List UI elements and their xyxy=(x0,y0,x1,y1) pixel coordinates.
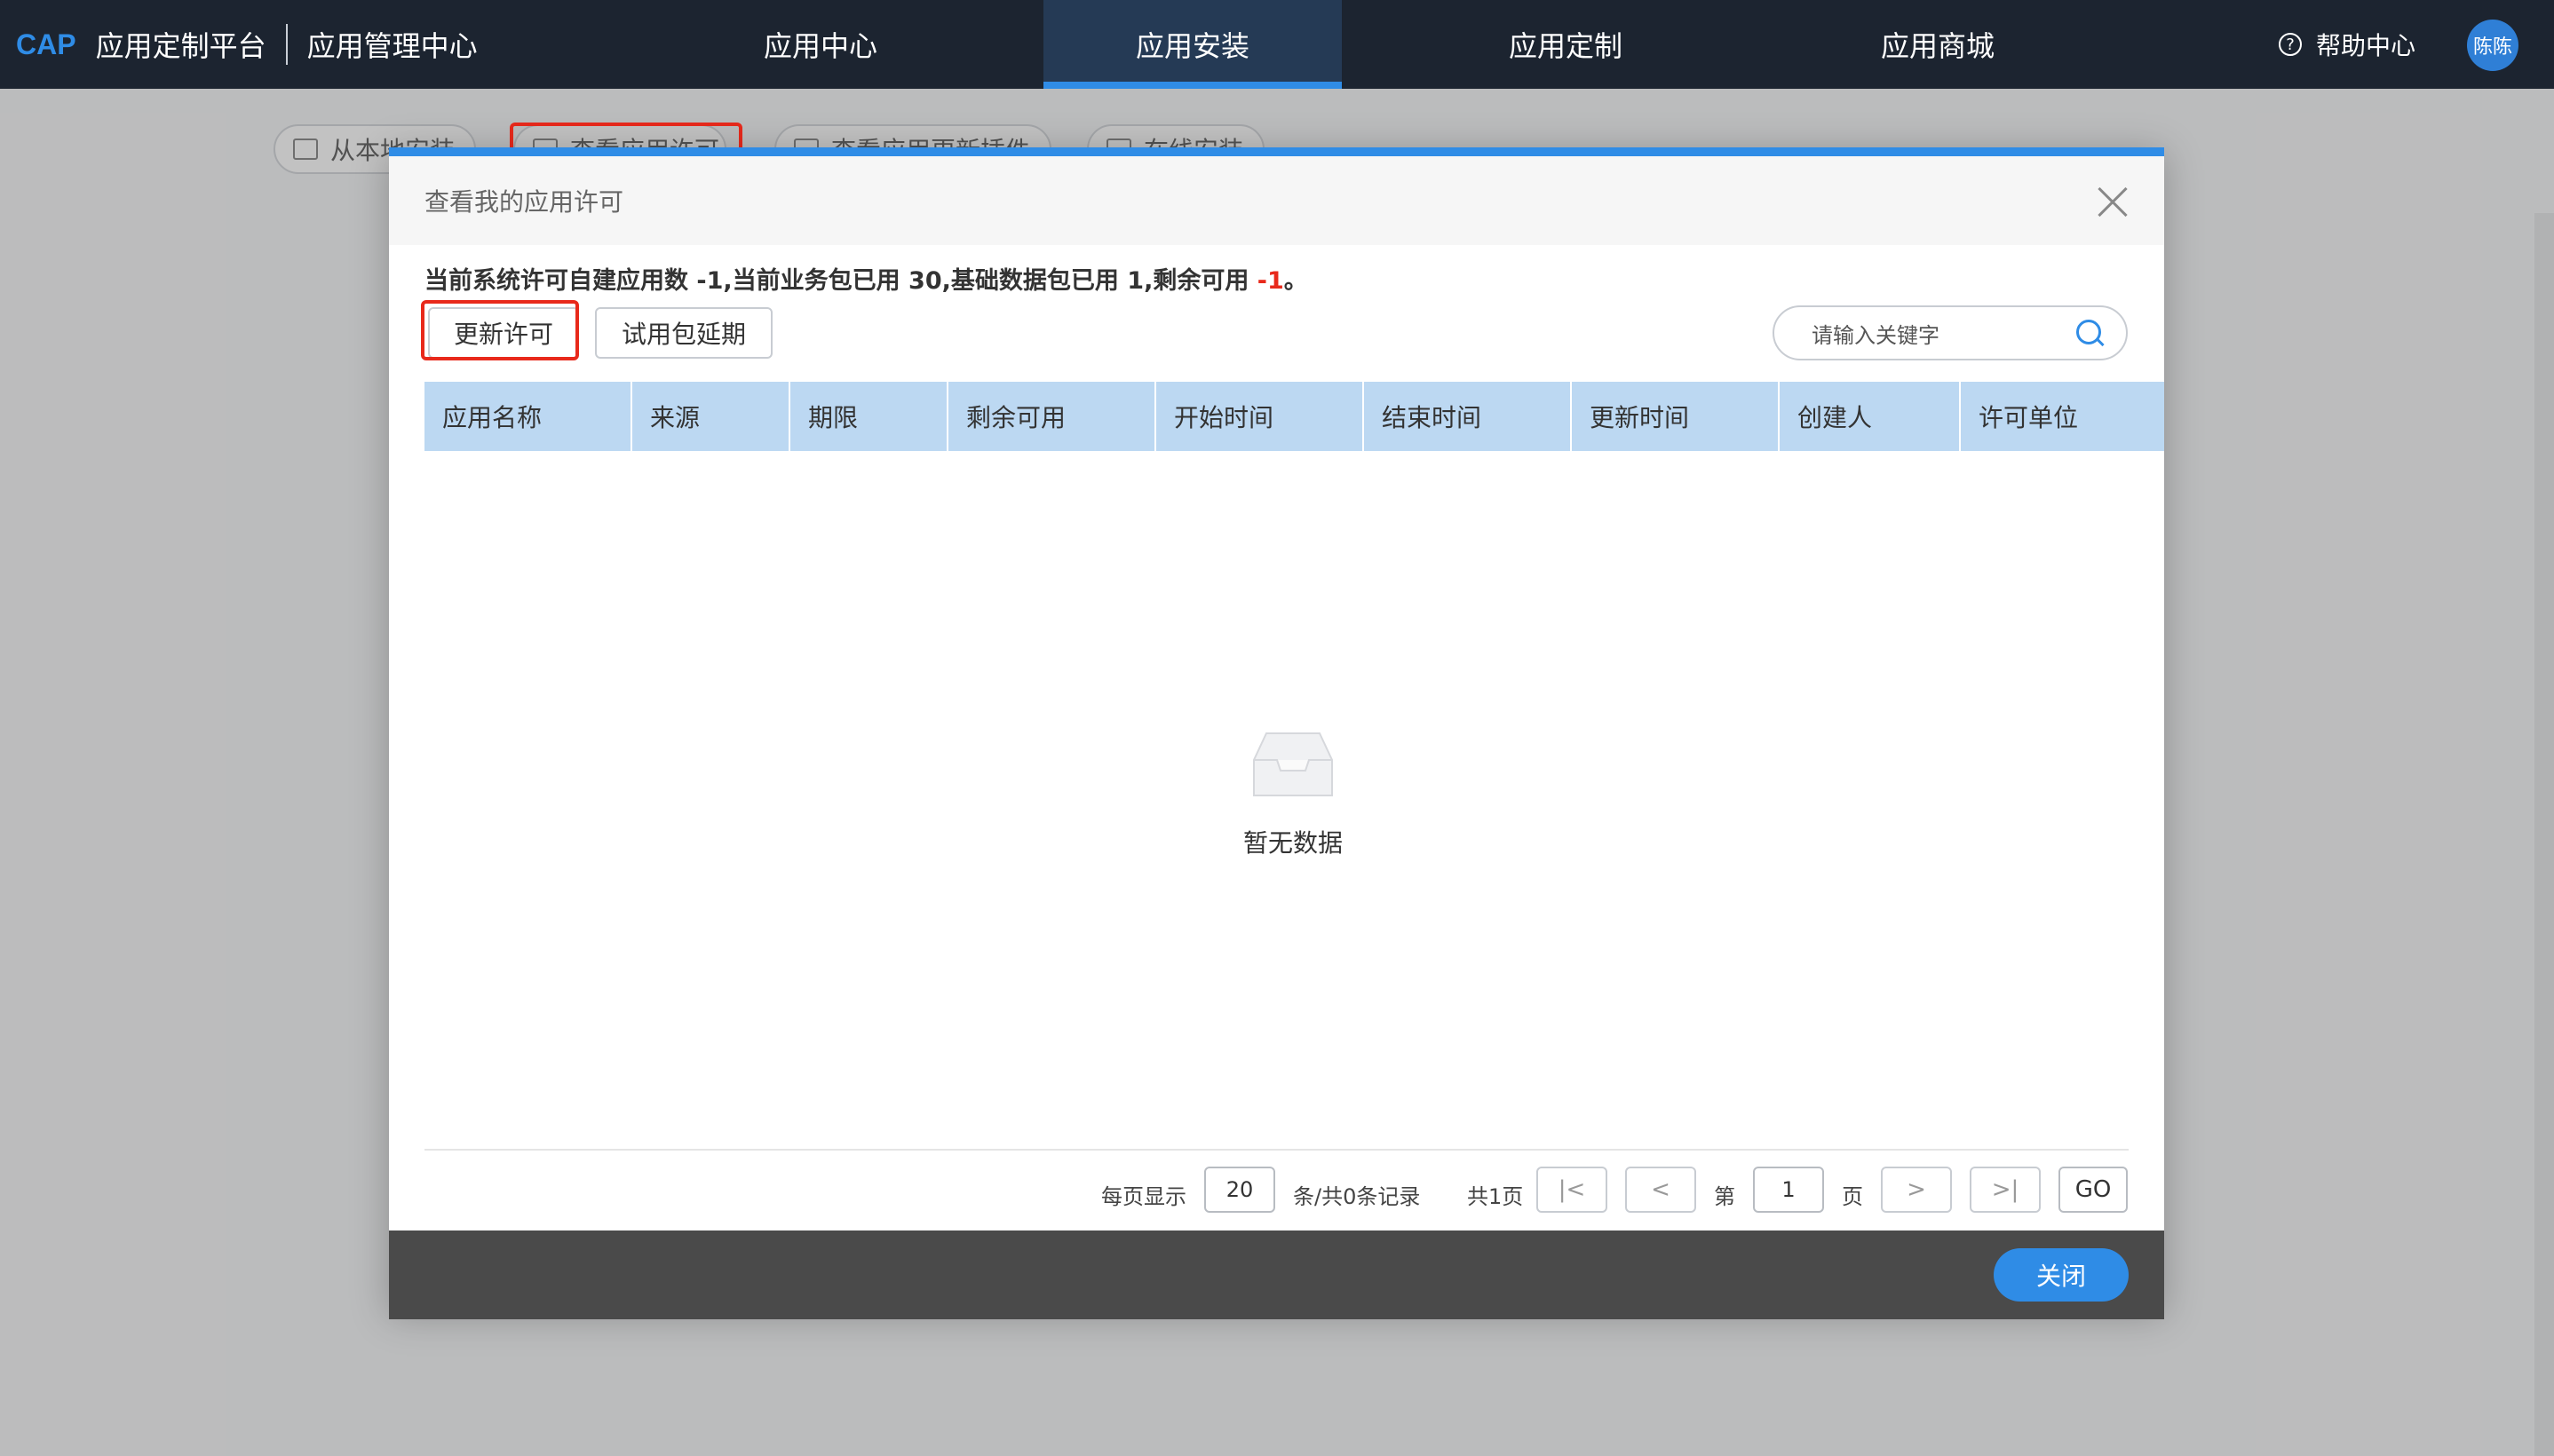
trial-extend-button[interactable]: 试用包延期 xyxy=(595,307,773,359)
tab-app-store[interactable]: 应用商城 xyxy=(1789,0,2087,89)
column-header[interactable]: 结束时间 xyxy=(1364,382,1572,451)
empty-inbox-icon xyxy=(1253,732,1333,796)
platform-title: 应用定制平台 xyxy=(95,29,266,63)
prev-page-icon[interactable]: < xyxy=(1625,1167,1696,1213)
go-button[interactable]: GO xyxy=(2058,1167,2128,1213)
per-page-input[interactable]: 20 xyxy=(1204,1167,1275,1213)
column-header[interactable]: 创建人 xyxy=(1780,382,1961,451)
column-header[interactable]: 许可单位 xyxy=(1961,382,2164,451)
first-page-icon[interactable]: |< xyxy=(1536,1167,1607,1213)
summary-text: 当前系统许可自建应用数 -1,当前业务包已用 30,基础数据包已用 1,剩余可用 xyxy=(424,267,1257,295)
search-icon[interactable] xyxy=(2076,320,2103,346)
table-header: 应用名称 来源 期限 剩余可用 开始时间 结束时间 更新时间 创建人 许可单位 xyxy=(424,382,2164,451)
column-header[interactable]: 开始时间 xyxy=(1156,382,1364,451)
summary-remaining: -1 xyxy=(1257,267,1284,295)
help-center-label: 帮助中心 xyxy=(2316,31,2416,60)
column-header[interactable]: 期限 xyxy=(790,382,948,451)
pagination: 每页显示 20 条/共0条记录 共1页 |< < 第 1 页 > >| GO xyxy=(389,1167,2164,1220)
close-icon[interactable] xyxy=(2097,186,2129,218)
help-icon: ? xyxy=(2279,33,2302,56)
total-pages-label: 共1页 xyxy=(1467,1184,1524,1209)
modal-header: 查看我的应用许可 xyxy=(389,156,2164,245)
modal-footer: 关闭 xyxy=(389,1230,2164,1319)
empty-state-text: 暂无数据 xyxy=(1242,828,1343,858)
column-header[interactable]: 应用名称 xyxy=(424,382,632,451)
help-center-link[interactable]: ? 帮助中心 xyxy=(2279,0,2415,89)
top-navigation-bar: CAP 应用定制平台 应用管理中心 应用中心 应用安装 应用定制 应用商城 ? … xyxy=(0,0,2554,89)
last-page-icon[interactable]: >| xyxy=(1970,1167,2041,1213)
license-modal: 查看我的应用许可 当前系统许可自建应用数 -1,当前业务包已用 30,基础数据包… xyxy=(389,147,2164,1319)
user-avatar[interactable]: 陈陈 xyxy=(2467,20,2518,71)
modal-title: 查看我的应用许可 xyxy=(424,187,624,217)
brand-divider xyxy=(285,24,288,65)
column-header[interactable]: 剩余可用 xyxy=(948,382,1156,451)
brand-area: CAP 应用定制平台 应用管理中心 xyxy=(16,0,478,89)
page-prefix-label: 第 xyxy=(1714,1184,1735,1209)
column-header[interactable]: 更新时间 xyxy=(1572,382,1780,451)
per-page-label: 每页显示 xyxy=(1101,1184,1186,1209)
page-number-input[interactable]: 1 xyxy=(1753,1167,1824,1213)
records-label: 条/共0条记录 xyxy=(1293,1184,1421,1209)
update-license-button[interactable]: 更新许可 xyxy=(428,307,579,359)
center-title: 应用管理中心 xyxy=(306,29,478,63)
tab-app-customize[interactable]: 应用定制 xyxy=(1416,0,1715,89)
summary-suffix: 。 xyxy=(1283,267,1308,295)
brand-logo[interactable]: CAP xyxy=(16,28,76,61)
search-input[interactable]: 请输入关键字 xyxy=(1773,305,2128,360)
tab-app-center[interactable]: 应用中心 xyxy=(671,0,970,89)
page-suffix-label: 页 xyxy=(1842,1184,1863,1209)
column-header[interactable]: 来源 xyxy=(632,382,790,451)
close-button[interactable]: 关闭 xyxy=(1994,1248,2129,1302)
page-scrollbar[interactable] xyxy=(2534,213,2554,1456)
table-divider xyxy=(424,1149,2129,1151)
tab-app-install[interactable]: 应用安装 xyxy=(1043,0,1342,89)
next-page-icon[interactable]: > xyxy=(1881,1167,1952,1213)
license-summary: 当前系统许可自建应用数 -1,当前业务包已用 30,基础数据包已用 1,剩余可用… xyxy=(424,261,1308,296)
search-placeholder: 请输入关键字 xyxy=(1812,322,1939,348)
